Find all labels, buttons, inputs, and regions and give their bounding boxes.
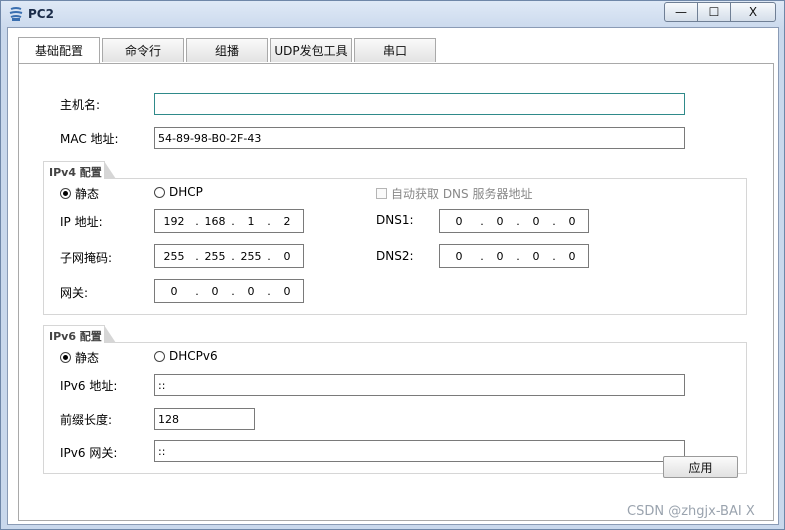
ipv6-gateway-label: IPv6 网关:: [60, 446, 118, 460]
ip-octet: 0: [455, 214, 463, 228]
ip-address-field[interactable]: 192. 168. 1. 2: [154, 209, 304, 233]
radio-unselected-icon: [154, 186, 165, 198]
ipv4-static-radio[interactable]: 静态: [60, 185, 99, 202]
ip-octet: 0: [170, 284, 178, 298]
dns1-label: DNS1:: [376, 213, 414, 227]
maximize-icon: ☐: [708, 5, 720, 19]
tab-serial[interactable]: 串口: [354, 38, 436, 62]
ipv6-address-label: IPv6 地址:: [60, 379, 118, 393]
ip-octet: 2: [283, 214, 291, 228]
ip-octet: 168: [204, 214, 226, 228]
ip-octet: 255: [163, 249, 185, 263]
prefix-length-field[interactable]: 128: [154, 408, 255, 430]
ip-octet: 0: [568, 249, 576, 263]
title-bar[interactable]: PC2 — ☐ X: [1, 1, 784, 29]
ipv4-dhcp-label: DHCP: [169, 185, 203, 199]
ip-octet: 0: [532, 214, 540, 228]
prefix-length-label: 前缀长度:: [60, 413, 113, 427]
tab-udp-tool[interactable]: UDP发包工具: [270, 38, 352, 62]
close-button[interactable]: X: [730, 2, 776, 22]
minimize-icon: —: [675, 5, 687, 19]
client-area: 基础配置 命令行 组播 UDP发包工具 串口 主机名: MAC 地址: 54-8…: [7, 27, 779, 525]
ipv4-static-label: 静态: [75, 187, 100, 201]
mac-field[interactable]: 54-89-98-B0-2F-43: [154, 127, 685, 149]
app-logo-icon: [9, 7, 23, 21]
hostname-label: 主机名:: [60, 98, 101, 112]
close-icon: X: [748, 5, 758, 19]
ip-octet: 255: [204, 249, 226, 263]
ip-address-label: IP 地址:: [60, 215, 103, 229]
ip-octet: 192: [163, 214, 185, 228]
tab-command-line[interactable]: 命令行: [102, 38, 184, 62]
tab-multicast[interactable]: 组播: [186, 38, 268, 62]
ip-octet: 0: [455, 249, 463, 263]
ipv4-section-title: IPv4 配置: [43, 161, 116, 179]
dns2-field[interactable]: 0. 0. 0. 0: [439, 244, 589, 268]
subnet-mask-label: 子网掩码:: [60, 251, 113, 265]
minimize-button[interactable]: —: [664, 2, 698, 22]
ip-octet: 255: [240, 249, 262, 263]
ip-octet: 1: [247, 214, 255, 228]
dns1-field[interactable]: 0. 0. 0. 0: [439, 209, 589, 233]
ip-octet: 0: [532, 249, 540, 263]
ipv6-static-label: 静态: [75, 351, 100, 365]
ip-octet: 0: [496, 214, 504, 228]
tab-bar: 基础配置 命令行 组播 UDP发包工具 串口: [18, 37, 438, 64]
hostname-input[interactable]: [154, 93, 685, 115]
tab-basic-config[interactable]: 基础配置: [18, 37, 100, 63]
ipv6-dhcp-radio[interactable]: DHCPv6: [154, 349, 218, 363]
auto-dns-label: 自动获取 DNS 服务器地址: [391, 187, 533, 201]
basic-config-panel: 主机名: MAC 地址: 54-89-98-B0-2F-43 IPv4 配置 静…: [18, 63, 774, 521]
ipv6-section-title: IPv6 配置: [43, 325, 116, 343]
mac-label: MAC 地址:: [60, 132, 119, 146]
ipv6-gateway-field[interactable]: ::: [154, 440, 685, 462]
radio-selected-icon: [60, 352, 71, 363]
ip-octet: 0: [496, 249, 504, 263]
auto-dns-checkbox[interactable]: 自动获取 DNS 服务器地址: [376, 185, 532, 202]
radio-unselected-icon: [154, 350, 165, 362]
pc2-window: PC2 — ☐ X 基础配置 命令行 组播 UDP发包工具 串口 主机名: MA…: [0, 0, 785, 530]
apply-button[interactable]: 应用: [663, 456, 738, 478]
ip-octet: 0: [568, 214, 576, 228]
subnet-mask-field[interactable]: 255. 255. 255. 0: [154, 244, 304, 268]
dns2-label: DNS2:: [376, 249, 414, 263]
radio-selected-icon: [60, 188, 71, 199]
maximize-button[interactable]: ☐: [697, 2, 731, 22]
ip-octet: 0: [283, 284, 291, 298]
gateway-field[interactable]: 0. 0. 0. 0: [154, 279, 304, 303]
ipv6-address-field[interactable]: ::: [154, 374, 685, 396]
ip-octet: 0: [283, 249, 291, 263]
ipv4-dhcp-radio[interactable]: DHCP: [154, 185, 203, 199]
window-title: PC2: [28, 7, 54, 21]
watermark: CSDN @zhgjx-BAI X: [627, 504, 755, 519]
gateway-label: 网关:: [60, 286, 89, 300]
ip-octet: 0: [211, 284, 219, 298]
ipv6-dhcp-label: DHCPv6: [169, 349, 218, 363]
checkbox-icon: [376, 188, 387, 199]
ip-octet: 0: [247, 284, 255, 298]
ipv6-static-radio[interactable]: 静态: [60, 349, 99, 366]
